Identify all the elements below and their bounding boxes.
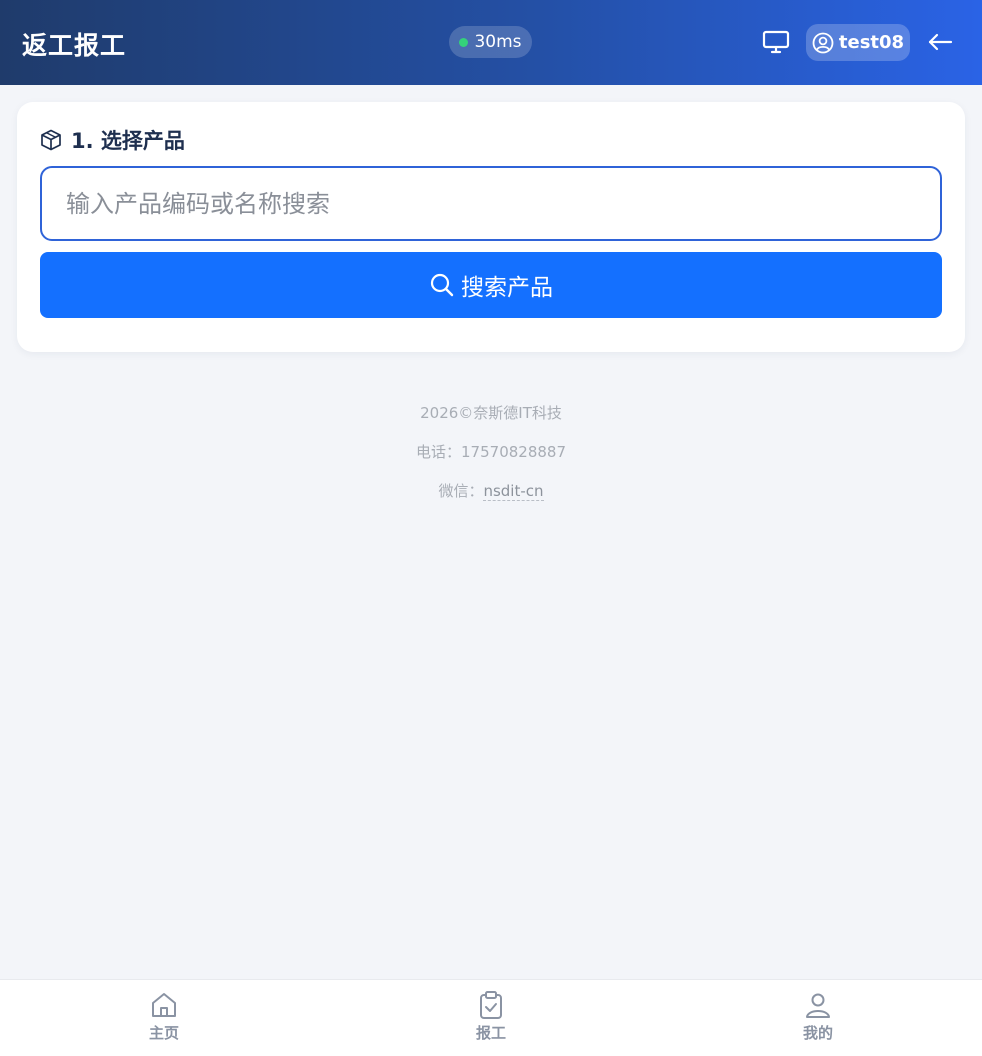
latency-value: 30ms bbox=[474, 32, 522, 52]
clipboard-check-icon bbox=[480, 991, 502, 1019]
product-select-card: 1. 选择产品 搜索产品 bbox=[17, 102, 965, 352]
nav-item-home[interactable]: 主页 bbox=[119, 990, 209, 1050]
user-circle-icon bbox=[812, 32, 834, 53]
phone-line: 电话：17570828887 bbox=[0, 439, 982, 478]
nav-label: 我的 bbox=[802, 1024, 833, 1042]
arrow-left-icon bbox=[928, 33, 953, 51]
status-dot-icon bbox=[459, 37, 469, 47]
nav-item-report[interactable]: 报工 bbox=[446, 990, 536, 1050]
nav-label: 报工 bbox=[475, 1024, 506, 1042]
phone-number: 17570828887 bbox=[461, 443, 566, 461]
section-title: 1. 选择产品 bbox=[39, 125, 185, 155]
bottom-nav: 主页 报工 我的 bbox=[0, 979, 982, 1056]
search-button-label: 搜索产品 bbox=[461, 275, 553, 301]
username: test08 bbox=[838, 32, 905, 53]
nav-item-mine[interactable]: 我的 bbox=[773, 990, 863, 1050]
wechat-label: 微信： bbox=[438, 482, 484, 500]
monitor-button[interactable] bbox=[761, 28, 791, 56]
box-icon bbox=[41, 129, 61, 151]
app-header: 返工报工 30ms test08 bbox=[0, 0, 982, 85]
user-icon bbox=[806, 993, 830, 1018]
home-icon bbox=[152, 993, 176, 1017]
wechat-id-link[interactable]: nsdit-cn bbox=[483, 482, 544, 501]
wechat-line: 微信：nsdit-cn bbox=[0, 478, 982, 517]
page-title: 返工报工 bbox=[22, 31, 127, 60]
search-product-button[interactable]: 搜索产品 bbox=[40, 252, 942, 318]
user-menu-button[interactable]: test08 bbox=[806, 24, 910, 61]
copyright-text: 2026©奈斯德IT科技 bbox=[420, 404, 562, 422]
search-icon bbox=[430, 273, 454, 297]
phone-label: 电话： bbox=[416, 443, 462, 461]
latency-badge: 30ms bbox=[449, 26, 532, 58]
product-search-input[interactable] bbox=[40, 166, 942, 241]
footer-info: 2026©奈斯德IT科技 电话：17570828887 微信：nsdit-cn bbox=[0, 400, 982, 517]
nav-label: 主页 bbox=[148, 1024, 179, 1042]
back-button[interactable] bbox=[926, 28, 954, 56]
monitor-icon bbox=[762, 30, 790, 54]
section-title-text: 1. 选择产品 bbox=[71, 129, 185, 153]
